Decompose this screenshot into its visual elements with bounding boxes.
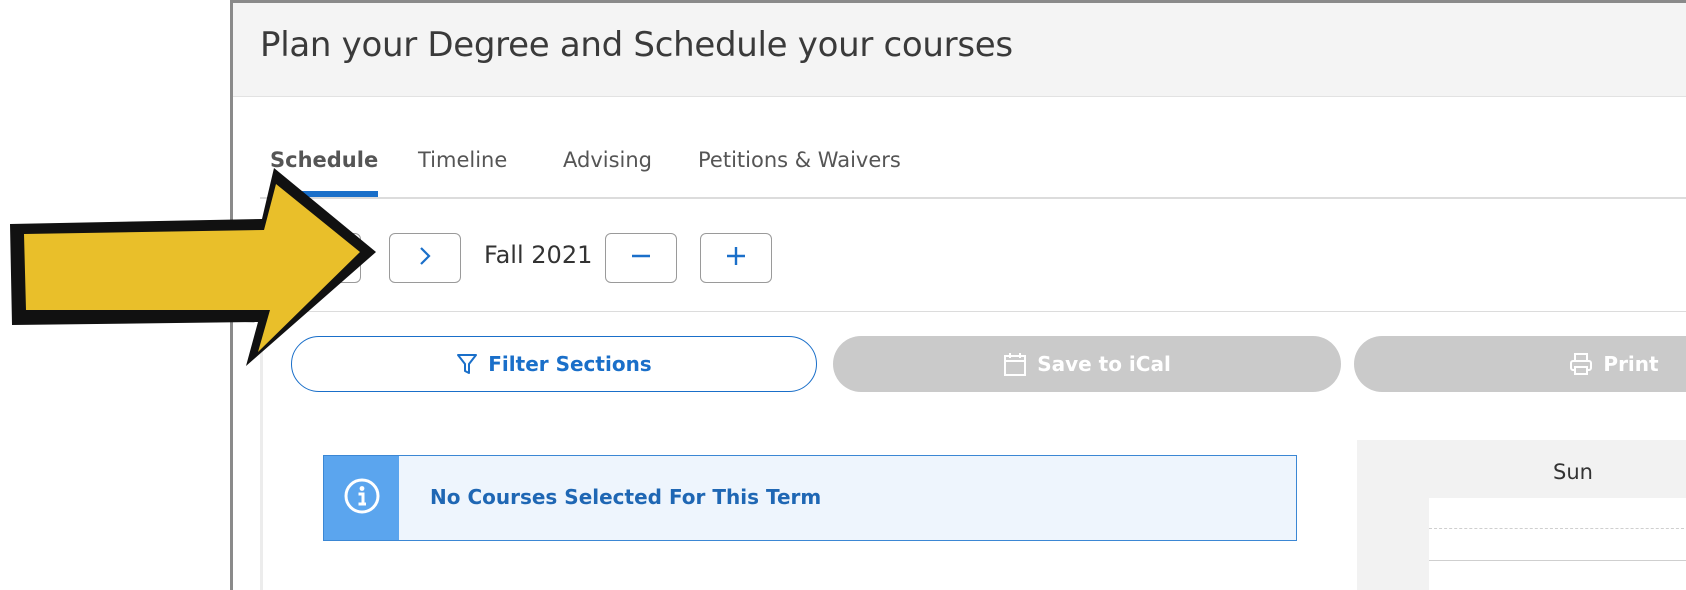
save-to-ical-label: Save to iCal — [1037, 352, 1171, 376]
print-button[interactable]: Print — [1354, 336, 1686, 392]
page-title: Plan your Degree and Schedule your cours… — [260, 25, 1013, 65]
schedule-actions: Filter Sections Save to iCal Print — [233, 333, 1686, 393]
tab-advising[interactable]: Advising — [563, 143, 652, 197]
plus-icon — [724, 244, 748, 272]
add-term-button[interactable] — [700, 233, 772, 283]
term-label: Fall 2021 — [484, 241, 593, 269]
info-icon — [343, 477, 381, 519]
page-header: Plan your Degree and Schedule your cours… — [233, 3, 1686, 97]
calendar-day-header: Sun — [1553, 460, 1593, 484]
chevron-right-icon — [416, 245, 434, 271]
tab-timeline[interactable]: Timeline — [418, 143, 507, 197]
alert-message: No Courses Selected For This Term — [430, 485, 822, 509]
week-calendar: Sun — [1357, 440, 1686, 590]
funnel-icon — [456, 352, 478, 376]
term-navigation: Fall 2021 — [233, 199, 1686, 312]
calendar-icon — [1003, 351, 1027, 377]
tab-petitions-waivers[interactable]: Petitions & Waivers — [698, 143, 901, 197]
tab-bar: Schedule Timeline Advising Petitions & W… — [260, 143, 1686, 199]
no-courses-alert: No Courses Selected For This Term — [323, 455, 1297, 541]
filter-sections-label: Filter Sections — [488, 352, 652, 376]
calendar-half-hour-line — [1429, 528, 1686, 529]
alert-icon-box — [324, 456, 399, 540]
calendar-grid — [1429, 498, 1686, 590]
printer-icon — [1569, 352, 1593, 376]
save-to-ical-button[interactable]: Save to iCal — [833, 336, 1341, 392]
degree-planner-window: Plan your Degree and Schedule your cours… — [230, 0, 1686, 590]
minus-icon — [629, 244, 653, 272]
calendar-hour-line — [1429, 560, 1686, 561]
remove-term-button[interactable] — [605, 233, 677, 283]
yellow-arrow-annotation — [10, 168, 376, 366]
print-label: Print — [1603, 352, 1659, 376]
